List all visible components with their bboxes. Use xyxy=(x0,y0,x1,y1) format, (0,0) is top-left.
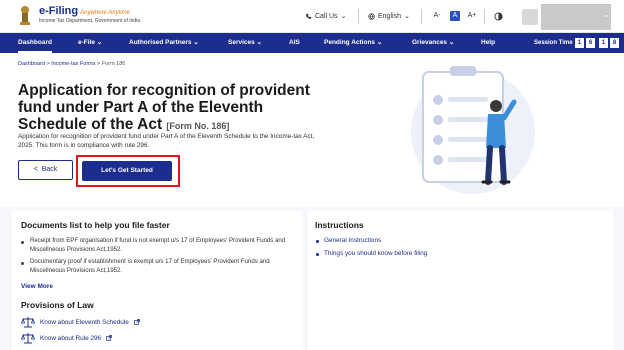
font-increase-button[interactable]: A+ xyxy=(467,11,477,21)
general-instructions-link[interactable]: General Instructions xyxy=(324,237,381,244)
external-link-icon xyxy=(133,319,140,325)
user-menu[interactable] xyxy=(541,4,611,30)
lets-get-started-button[interactable]: Let's Get Started xyxy=(82,161,172,181)
bullet-icon xyxy=(316,253,319,256)
external-link-icon xyxy=(106,335,112,341)
session-digit: 1 xyxy=(599,38,608,48)
phone-icon xyxy=(306,13,312,19)
page-description: Application for recognition of provident… xyxy=(18,133,315,149)
font-normal-button[interactable]: A xyxy=(450,11,460,21)
nav-grievances[interactable]: Grievances ⌄ xyxy=(412,33,454,53)
bullet-icon xyxy=(21,262,24,265)
provision-link-row[interactable]: Know about Eleventh Schedule xyxy=(21,316,140,328)
session-digit: 6 xyxy=(586,38,595,48)
chevron-down-icon: ⌄ xyxy=(403,13,410,20)
logo-tagline: Anywhere Anytime xyxy=(80,10,130,16)
provisions-title: Provisions of Law xyxy=(21,300,94,310)
scales-icon xyxy=(21,317,35,328)
chevron-down-icon[interactable]: ⌄ xyxy=(603,10,610,19)
top-bar: e-Filing Anywhere Anytime Income Tax Depa… xyxy=(0,0,624,33)
form-number: [Form No. 186] xyxy=(166,121,230,131)
documents-title: Documents list to help you file faster xyxy=(21,220,170,230)
instructions-card xyxy=(308,211,613,350)
instructions-title: Instructions xyxy=(315,220,364,230)
document-item: Documentary proof if establishment is ex… xyxy=(30,258,270,274)
emblem-icon xyxy=(20,6,30,25)
page-title: Application for recognition of provident… xyxy=(18,82,310,133)
chevron-left-icon: < xyxy=(33,166,38,173)
logo-title: e-Filing xyxy=(39,5,79,17)
eleventh-schedule-link[interactable]: Know about Eleventh Schedule xyxy=(40,319,129,326)
logo-subtitle: Income Tax Department, Government of Ind… xyxy=(39,18,141,24)
divider xyxy=(484,9,485,24)
breadcrumb-dashboard[interactable]: Dashboard xyxy=(18,61,45,67)
session-time-label: Session Time xyxy=(534,40,573,46)
bullet-icon xyxy=(316,240,319,243)
breadcrumb-income-tax-forms[interactable]: Income-tax Forms xyxy=(51,61,95,67)
contrast-icon[interactable] xyxy=(494,12,503,21)
nav-help[interactable]: Help xyxy=(481,33,495,53)
language-label: English xyxy=(378,12,401,20)
nav-ais[interactable]: AIS xyxy=(289,33,300,53)
font-decrease-button[interactable]: A- xyxy=(432,11,442,21)
call-us-label: Call Us xyxy=(315,12,338,20)
highlight-box: Let's Get Started xyxy=(76,155,180,187)
scales-icon xyxy=(21,333,35,344)
bullet-icon xyxy=(21,241,24,244)
breadcrumb: Dashboard > Income-tax Forms > Form 186 xyxy=(18,61,126,67)
view-more-link[interactable]: View More xyxy=(21,283,53,290)
nav-services[interactable]: Services ⌄ xyxy=(228,33,262,53)
nav-e-file[interactable]: e-File ⌄ xyxy=(78,33,102,53)
document-item: Receipt from EPF organisation if fund is… xyxy=(30,237,286,253)
nav-authorised-partners[interactable]: Authorised Partners ⌄ xyxy=(129,33,199,53)
divider xyxy=(358,9,359,24)
main-nav: Dashboard e-File ⌄ Authorised Partners ⌄… xyxy=(0,33,624,53)
nav-pending-actions[interactable]: Pending Actions ⌄ xyxy=(324,33,382,53)
call-us-menu[interactable]: Call Us ⌄ xyxy=(305,12,346,20)
chevron-down-icon: ⌄ xyxy=(340,13,347,20)
breadcrumb-current: Form 186 xyxy=(101,61,126,67)
things-to-know-link[interactable]: Things you should know before filing xyxy=(324,250,427,257)
back-button[interactable]: < Back xyxy=(18,160,73,180)
documents-card xyxy=(12,211,302,350)
session-digit: 1 xyxy=(575,38,584,48)
checklist-illustration-icon xyxy=(411,66,535,194)
rule-296-link[interactable]: Know about Rule 296 xyxy=(40,335,101,342)
efiling-logo[interactable]: e-Filing Anywhere Anytime Income Tax Depa… xyxy=(17,4,140,26)
avatar[interactable] xyxy=(522,9,538,25)
globe-icon xyxy=(368,12,375,20)
page: e-Filing Anywhere Anytime Income Tax Depa… xyxy=(0,0,624,350)
provision-link-row[interactable]: Know about Rule 296 xyxy=(21,332,112,344)
nav-dashboard[interactable]: Dashboard xyxy=(18,33,52,53)
session-digit: 8 xyxy=(610,38,619,48)
language-select[interactable]: English ⌄ xyxy=(368,12,410,20)
divider xyxy=(421,9,422,24)
